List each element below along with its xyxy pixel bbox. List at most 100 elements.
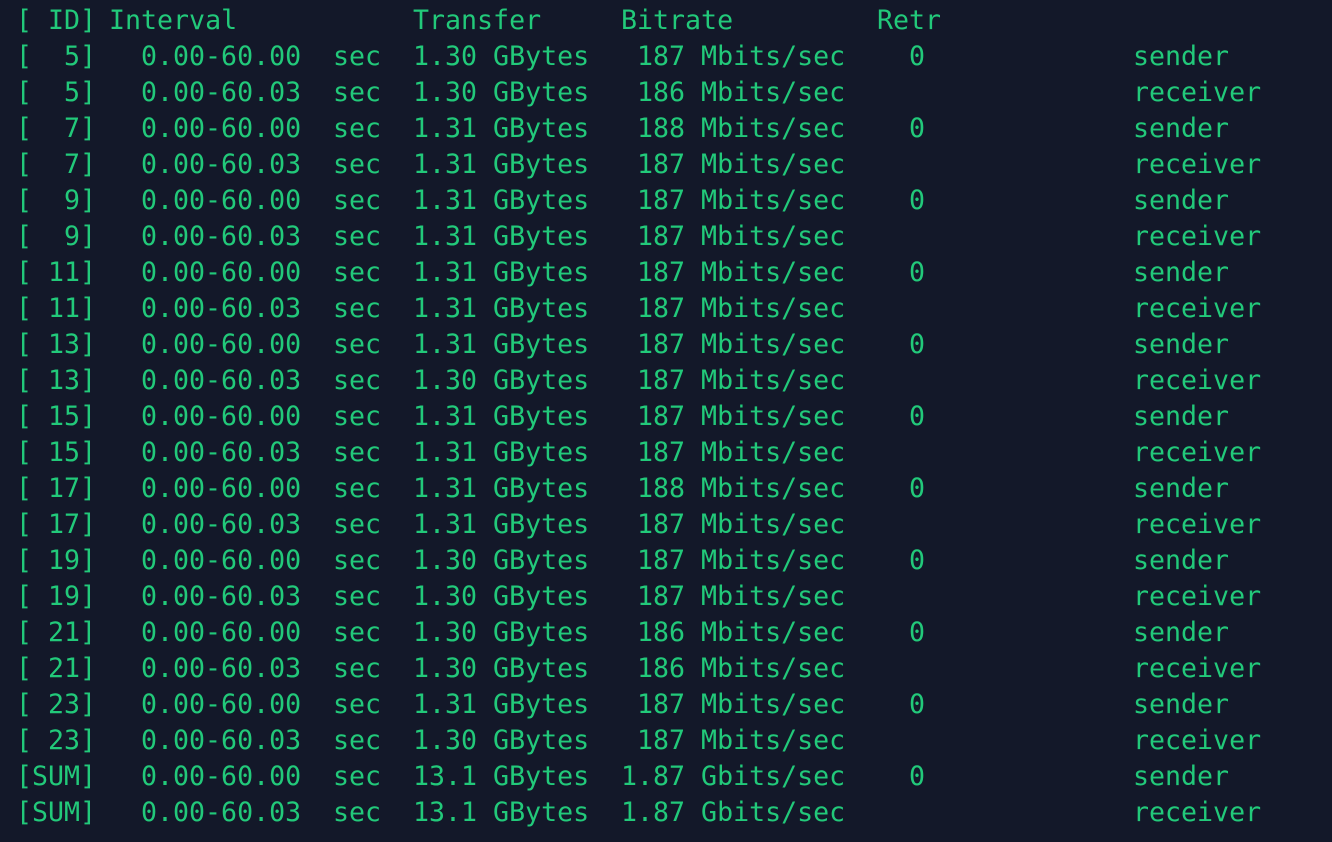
row-interval: 0.00-60.03 [141, 797, 302, 828]
row-transfer: 1.31 GBytes [413, 257, 590, 288]
row-bitrate: 187 Mbits/sec [621, 41, 846, 72]
table-row: [ 11] 0.00-60.00 sec 1.31 GBytes 187 Mbits/… [0, 255, 1332, 291]
row-interval: 0.00-60.03 [141, 293, 302, 324]
row-id: [ 7] [16, 113, 97, 144]
row-role: receiver [1133, 293, 1262, 324]
table-row: [ 5] 0.00-60.03 sec 1.30 GBytes 186 Mbits/s… [0, 75, 1332, 111]
row-interval: 0.00-60.03 [141, 437, 302, 468]
row-role: receiver [1133, 509, 1262, 540]
row-retr: 0 [909, 41, 926, 72]
row-unit: sec [333, 797, 382, 828]
row-bitrate: 186 Mbits/sec [621, 617, 846, 648]
row-interval: 0.00-60.00 [141, 761, 302, 792]
table-row: [ 19] 0.00-60.00 sec 1.30 GBytes 187 Mbits/… [0, 543, 1332, 579]
row-bitrate: 187 Mbits/sec [621, 185, 846, 216]
row-id: [ 23] [16, 689, 97, 720]
row-unit: sec [333, 77, 382, 108]
row-transfer: 1.30 GBytes [413, 545, 590, 576]
row-bitrate: 187 Mbits/sec [621, 725, 846, 756]
table-row: [ 11] 0.00-60.03 sec 1.31 GBytes 187 Mbits/… [0, 291, 1332, 327]
row-transfer: 1.31 GBytes [413, 185, 590, 216]
row-bitrate: 187 Mbits/sec [621, 545, 846, 576]
row-unit: sec [333, 41, 382, 72]
row-transfer: 1.31 GBytes [413, 401, 590, 432]
table-row: [SUM] 0.00-60.03 sec 13.1 GBytes 1.87 Gbits/… [0, 795, 1332, 831]
row-role: receiver [1133, 437, 1262, 468]
row-id: [ 19] [16, 581, 97, 612]
table-row: [ 13] 0.00-60.03 sec 1.30 GBytes 187 Mbits/… [0, 363, 1332, 399]
row-unit: sec [333, 581, 382, 612]
row-role: receiver [1133, 365, 1262, 396]
row-id: [ 7] [16, 149, 97, 180]
row-transfer: 1.31 GBytes [413, 689, 590, 720]
row-bitrate: 187 Mbits/sec [621, 437, 846, 468]
row-interval: 0.00-60.00 [141, 473, 302, 504]
row-id: [ 13] [16, 329, 97, 360]
row-transfer: 1.31 GBytes [413, 113, 590, 144]
row-bitrate: 187 Mbits/sec [621, 149, 846, 180]
table-row: [ 13] 0.00-60.00 sec 1.31 GBytes 187 Mbits/… [0, 327, 1332, 363]
row-role: sender [1133, 41, 1230, 72]
header-retr: Retr [877, 5, 942, 36]
header-bitrate: Bitrate [621, 5, 734, 36]
terminal-window[interactable]: [ ID] Interval Transfer Bitrate Retr [ 5… [0, 0, 1332, 842]
row-role: sender [1133, 401, 1230, 432]
table-row: [ 7] 0.00-60.00 sec 1.31 GBytes 188 Mbits/s… [0, 111, 1332, 147]
row-unit: sec [333, 725, 382, 756]
row-interval: 0.00-60.03 [141, 365, 302, 396]
row-transfer: 13.1 GBytes [413, 761, 590, 792]
row-interval: 0.00-60.00 [141, 689, 302, 720]
row-unit: sec [333, 221, 382, 252]
row-interval: 0.00-60.00 [141, 185, 302, 216]
row-unit: sec [333, 149, 382, 180]
row-interval: 0.00-60.03 [141, 653, 302, 684]
table-row: [ 17] 0.00-60.03 sec 1.31 GBytes 187 Mbits/… [0, 507, 1332, 543]
row-bitrate: 187 Mbits/sec [621, 257, 846, 288]
row-role: sender [1133, 113, 1230, 144]
table-row: [ 19] 0.00-60.03 sec 1.30 GBytes 187 Mbits/… [0, 579, 1332, 615]
row-bitrate: 186 Mbits/sec [621, 653, 846, 684]
row-retr: 0 [909, 761, 926, 792]
row-unit: sec [333, 329, 382, 360]
table-row: [ 15] 0.00-60.00 sec 1.31 GBytes 187 Mbits/… [0, 399, 1332, 435]
header-id: [ ID] [16, 5, 97, 36]
row-id: [SUM] [16, 797, 97, 828]
row-unit: sec [333, 653, 382, 684]
table-row: [ 5] 0.00-60.00 sec 1.30 GBytes 187 Mbits/s… [0, 39, 1332, 75]
row-interval: 0.00-60.00 [141, 617, 302, 648]
table-row: [ 15] 0.00-60.03 sec 1.31 GBytes 187 Mbits/… [0, 435, 1332, 471]
row-interval: 0.00-60.03 [141, 221, 302, 252]
row-unit: sec [333, 365, 382, 396]
row-transfer: 1.31 GBytes [413, 293, 590, 324]
row-interval: 0.00-60.00 [141, 113, 302, 144]
row-role: sender [1133, 689, 1230, 720]
table-header: [ ID] Interval Transfer Bitrate Retr [0, 3, 1332, 39]
row-id: [ 15] [16, 401, 97, 432]
table-row: [ 7] 0.00-60.03 sec 1.31 GBytes 187 Mbits/s… [0, 147, 1332, 183]
row-transfer: 1.30 GBytes [413, 365, 590, 396]
row-role: receiver [1133, 221, 1262, 252]
row-interval: 0.00-60.00 [141, 545, 302, 576]
row-bitrate: 187 Mbits/sec [621, 509, 846, 540]
row-id: [ 5] [16, 77, 97, 108]
table-row: [SUM] 0.00-60.00 sec 13.1 GBytes 1.87 Gbits/… [0, 759, 1332, 795]
row-bitrate: 186 Mbits/sec [621, 77, 846, 108]
row-bitrate: 187 Mbits/sec [621, 221, 846, 252]
row-bitrate: 1.87 Gbits/sec [621, 761, 846, 792]
row-transfer: 1.31 GBytes [413, 329, 590, 360]
row-unit: sec [333, 437, 382, 468]
row-id: [ 17] [16, 509, 97, 540]
row-unit: sec [333, 617, 382, 648]
table-row: [ 9] 0.00-60.03 sec 1.31 GBytes 187 Mbits/s… [0, 219, 1332, 255]
row-transfer: 1.30 GBytes [413, 581, 590, 612]
row-unit: sec [333, 545, 382, 576]
table-row: [ 21] 0.00-60.00 sec 1.30 GBytes 186 Mbits/… [0, 615, 1332, 651]
row-bitrate: 187 Mbits/sec [621, 689, 846, 720]
row-id: [ 19] [16, 545, 97, 576]
row-id: [ 11] [16, 293, 97, 324]
row-role: sender [1133, 617, 1230, 648]
row-retr: 0 [909, 689, 926, 720]
row-role: receiver [1133, 653, 1262, 684]
row-transfer: 1.30 GBytes [413, 653, 590, 684]
row-unit: sec [333, 185, 382, 216]
